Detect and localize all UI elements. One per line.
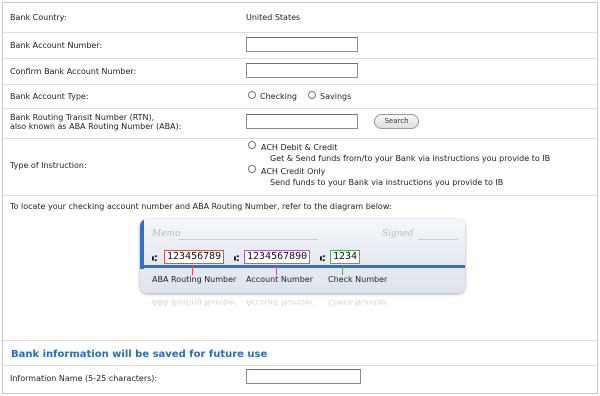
routing-number-label-line2: also known as ABA Routing Number (ABA): (10, 122, 182, 131)
routing-number-box: 123456789 (164, 250, 225, 264)
account-caption: Account Number (246, 275, 313, 284)
instruction-row: Type of Instruction: ACH Debit & Credit … (3, 139, 597, 196)
ach-debit-credit-radio[interactable] (248, 141, 256, 149)
check-diagram: Memo Signed ⑆ 123456789 ⑆ 1234567890 ⑆ 1… (140, 219, 465, 293)
account-number-box: 1234567890 (244, 250, 311, 264)
bank-info-form: Bank Country: United States Bank Account… (2, 2, 598, 394)
savings-radio[interactable] (308, 91, 316, 99)
bank-country-value: United States (246, 13, 301, 22)
account-pointer (276, 266, 277, 275)
routing-caption-reflection: ABA Routing Number (152, 298, 237, 307)
diagram-intro-text: To locate your checking account number a… (10, 202, 392, 211)
info-name-input[interactable] (246, 369, 361, 384)
account-micr-symbol: ⑆ (234, 254, 239, 263)
ach-debit-credit-label[interactable]: ACH Debit & Credit (261, 143, 337, 152)
confirm-account-number-row: Confirm Bank Account Number: (3, 59, 597, 85)
search-button[interactable]: Search (374, 114, 419, 129)
check-pointer (342, 266, 343, 275)
instruction-label: Type of Instruction: (10, 161, 87, 170)
account-number-input[interactable] (246, 37, 358, 52)
account-caption-reflection: Account Number (246, 298, 313, 307)
check-number-box: 1234 (330, 250, 361, 264)
account-number-label: Bank Account Number: (10, 41, 103, 50)
check-micr-symbol: ⑆ (320, 254, 325, 263)
routing-number-row: Bank Routing Transit Number (RTN), also … (3, 109, 597, 139)
ach-credit-only-label[interactable]: ACH Credit Only (261, 167, 325, 176)
account-type-row: Bank Account Type: Checking Savings (3, 85, 597, 109)
routing-micr-symbol: ⑆ (152, 254, 157, 263)
routing-caption: ABA Routing Number (152, 275, 237, 284)
bank-country-row: Bank Country: United States (3, 3, 597, 33)
account-number-row: Bank Account Number: (3, 33, 597, 59)
ach-debit-credit-description: Get & Send funds from/to your Bank via i… (270, 154, 551, 163)
savings-label[interactable]: Savings (320, 92, 351, 101)
checking-radio[interactable] (248, 91, 256, 99)
bank-country-label: Bank Country: (10, 13, 67, 22)
check-caption: Check Number (328, 275, 388, 284)
checking-label[interactable]: Checking (260, 92, 297, 101)
signed-line (418, 239, 458, 240)
check-left-stripe (140, 219, 144, 269)
ach-credit-only-description: Send funds to your Bank via instructions… (270, 178, 504, 187)
check-caption-reflection: Check Number (328, 298, 388, 307)
memo-text: Memo (152, 229, 181, 239)
memo-line (178, 239, 318, 240)
confirm-account-number-input[interactable] (246, 63, 358, 78)
ach-credit-only-radio[interactable] (248, 165, 256, 173)
info-name-divider (3, 365, 597, 366)
account-type-label: Bank Account Type: (10, 92, 89, 101)
signed-text: Signed (382, 229, 414, 239)
confirm-account-number-label: Confirm Bank Account Number: (10, 67, 137, 76)
info-name-label: Information Name (5-25 characters): (10, 374, 158, 383)
check-diagram-reflection: ABA Routing Number Account Number Check … (140, 295, 465, 321)
save-section-title: Bank information will be saved for futur… (11, 349, 268, 360)
diagram-divider (3, 340, 597, 341)
routing-pointer (192, 266, 193, 275)
routing-number-input[interactable] (246, 114, 358, 129)
